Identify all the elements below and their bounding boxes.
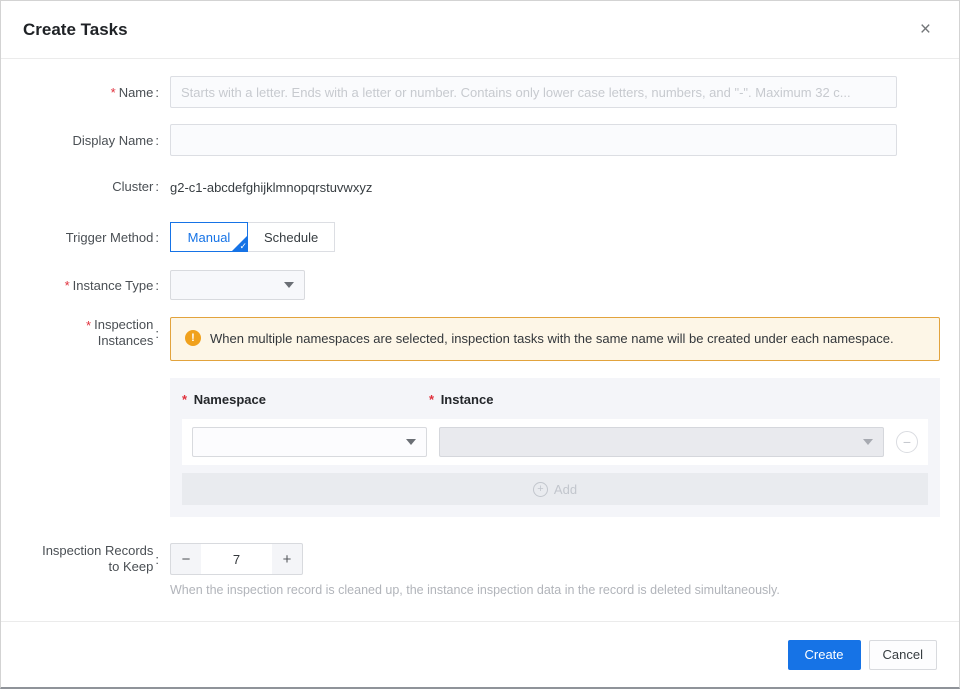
inspection-instances-label: * Inspection Instances : — [1, 317, 159, 349]
chevron-down-icon — [406, 439, 416, 445]
namespace-column-header: * Namespace — [182, 392, 429, 407]
stepper-decrement-button[interactable]: − — [170, 543, 201, 575]
instance-type-row: * Instance Type : — [1, 270, 937, 300]
instance-type-select[interactable] — [170, 270, 305, 300]
remove-row-button[interactable]: − — [896, 431, 918, 453]
stepper-value[interactable]: 7 — [201, 543, 272, 575]
instance-column-header: * Instance — [429, 392, 928, 407]
cluster-label: Cluster : — [1, 179, 159, 194]
page-title: Create Tasks — [23, 20, 128, 40]
warning-alert: ! When multiple namespaces are selected,… — [170, 317, 940, 361]
display-name-row: Display Name : — [1, 124, 937, 156]
create-button[interactable]: Create — [788, 640, 861, 670]
inspection-instances-row: * Inspection Instances : ! When multiple… — [1, 317, 937, 517]
dialog-header: Create Tasks × — [1, 1, 959, 59]
required-marker: * — [182, 392, 187, 407]
cluster-value: g2-c1-abcdefghijklmnopqrstuvwxyz — [170, 179, 372, 196]
warning-alert-text: When multiple namespaces are selected, i… — [210, 328, 894, 349]
add-row-label: Add — [554, 482, 577, 497]
records-to-keep-label: Inspection Records to Keep : — [1, 543, 159, 575]
required-marker: * — [429, 392, 434, 407]
display-name-input[interactable] — [170, 124, 897, 156]
required-marker: * — [111, 85, 116, 100]
close-icon[interactable]: × — [916, 18, 935, 41]
trigger-method-row: Trigger Method : Manual ✓ Schedule — [1, 222, 937, 252]
trigger-method-toggle: Manual ✓ Schedule — [170, 222, 335, 252]
dialog-body: * Name : Display Name : Cluster : — [1, 59, 959, 621]
instance-select[interactable] — [439, 427, 884, 457]
add-row-button[interactable]: + Add — [182, 473, 928, 505]
stepper-increment-button[interactable]: + — [272, 543, 303, 575]
chevron-down-icon — [284, 282, 294, 288]
records-stepper: − 7 + — [170, 543, 780, 575]
plus-circle-icon: + — [533, 482, 548, 497]
warning-icon: ! — [185, 330, 201, 346]
namespace-select[interactable] — [192, 427, 427, 457]
dialog-footer: Create Cancel — [1, 621, 959, 687]
records-to-keep-row: Inspection Records to Keep : − 7 + When … — [1, 543, 937, 597]
instance-type-label: * Instance Type : — [1, 278, 159, 293]
name-input[interactable] — [170, 76, 897, 108]
trigger-option-schedule[interactable]: Schedule — [247, 222, 335, 252]
check-icon: ✓ — [239, 241, 247, 252]
trigger-method-label: Trigger Method : — [1, 230, 159, 245]
cancel-button[interactable]: Cancel — [869, 640, 937, 670]
chevron-down-icon — [863, 439, 873, 445]
create-tasks-dialog: Create Tasks × * Name : Display Name : — [0, 0, 960, 689]
instances-table: * Namespace * Instance — [170, 378, 940, 517]
name-row: * Name : — [1, 76, 937, 108]
display-name-label: Display Name : — [1, 133, 159, 148]
table-header-row: * Namespace * Instance — [182, 392, 928, 407]
name-label: * Name : — [1, 85, 159, 100]
required-marker: * — [86, 318, 91, 333]
table-row: − — [182, 419, 928, 465]
cluster-row: Cluster : g2-c1-abcdefghijklmnopqrstuvwx… — [1, 179, 937, 196]
required-marker: * — [65, 278, 70, 293]
trigger-option-manual[interactable]: Manual ✓ — [170, 222, 248, 252]
minus-circle-icon: − — [903, 435, 911, 449]
records-helper-text: When the inspection record is cleaned up… — [170, 583, 780, 597]
